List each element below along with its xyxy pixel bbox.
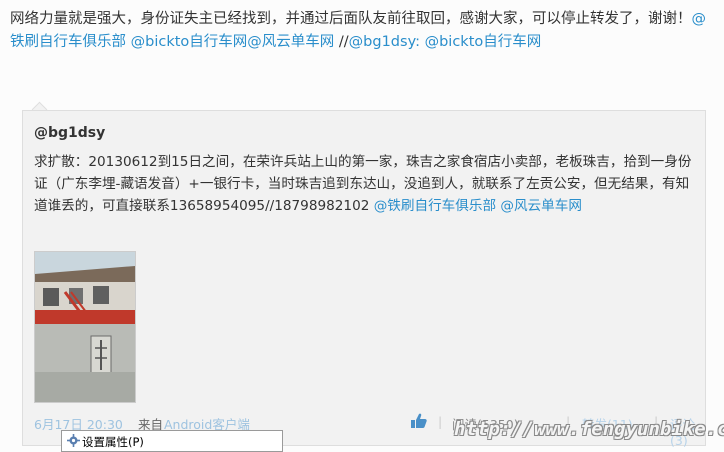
settings-gear-icon (67, 434, 80, 450)
quote-text: 求扩散：20130612到15日之间，在荣许兵站上山的第一家，珠吉之家食宿店小卖… (34, 151, 694, 217)
mention-link[interactable]: @风云单车网 (247, 34, 334, 50)
mention-link[interactable]: @风云单车网 (500, 198, 582, 214)
mention-link[interactable]: @bickto自行车网 (425, 34, 542, 50)
repost-colon: : (415, 34, 425, 50)
quote-photo[interactable] (34, 251, 136, 403)
repost-user-link[interactable]: @bg1dsy (349, 34, 415, 50)
post-text: 网络力量就是强大，身份证失主已经找到，并通过后面队友前往取回，感谢大家，可以停止… (10, 8, 714, 54)
context-menu: 设置属性(P) (61, 430, 283, 452)
mention-link[interactable]: @bickto自行车网 (131, 34, 248, 50)
site-watermark: http://www.fengyunbike.com (454, 418, 724, 440)
photo-image (35, 252, 135, 402)
quote-author-link[interactable]: @bg1dsy (34, 125, 105, 141)
post-body: 网络力量就是强大，身份证失主已经找到，并通过后面队友前往取回，感谢大家，可以停止… (10, 11, 692, 27)
thumbs-up-glyph (411, 413, 427, 428)
repost-slashes: // (334, 34, 349, 50)
thumbs-up-icon[interactable] (410, 412, 428, 433)
menu-item-properties[interactable]: 设置属性(P) (82, 434, 144, 450)
quote-body: 求扩散：20130612到15日之间，在荣许兵站上山的第一家，珠吉之家食宿店小卖… (34, 154, 692, 214)
mention-link[interactable]: @铁刷自行车俱乐部 (374, 198, 496, 214)
footer-separator: | (438, 414, 443, 429)
gear-glyph (67, 434, 80, 447)
